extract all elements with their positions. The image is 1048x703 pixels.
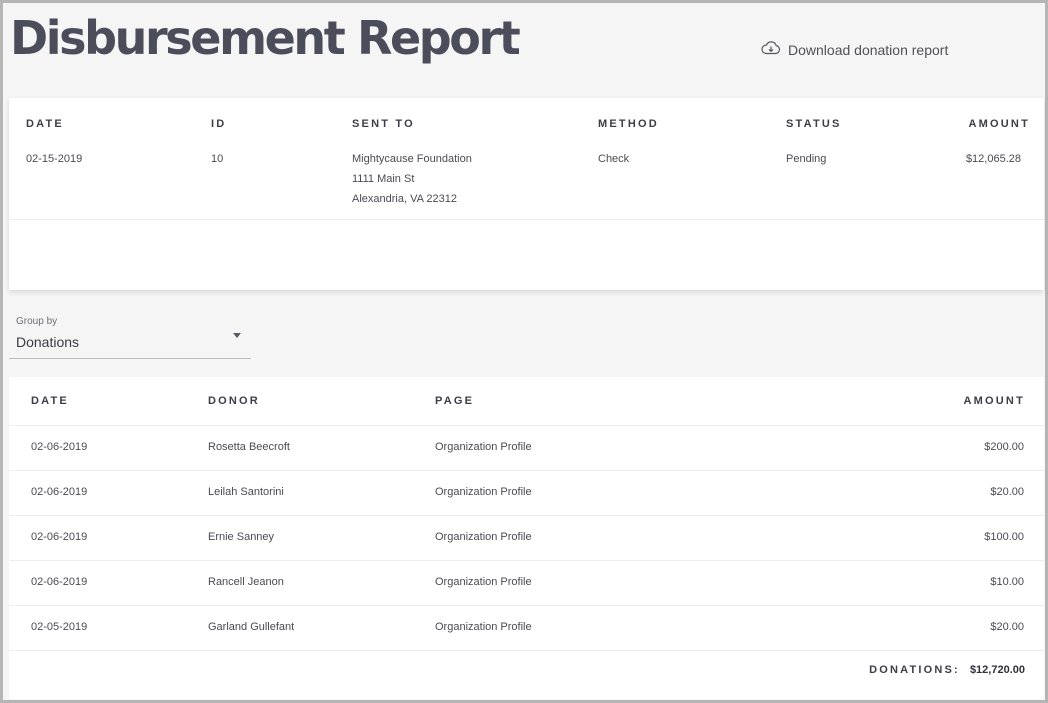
download-donation-report-link[interactable]: Download donation report <box>761 40 948 59</box>
group-by-value: Donations <box>16 334 80 350</box>
donation-date: 02-06-2019 <box>31 441 88 453</box>
donation-page: Organization Profile <box>435 621 532 633</box>
col-header-date: DATE <box>26 118 64 130</box>
col-header-page: PAGE <box>435 395 475 407</box>
disbursement-method: Check <box>598 153 630 165</box>
divider <box>9 219 1044 220</box>
disbursement-card: DATE ID SENT TO METHOD STATUS AMOUNT 02-… <box>9 98 1044 290</box>
donation-date: 02-05-2019 <box>31 621 88 633</box>
donation-page: Organization Profile <box>435 486 532 498</box>
total-label: DONATIONS: <box>869 664 960 676</box>
table-row: 02-06-2019 Rancell Jeanon Organization P… <box>9 560 1044 605</box>
report-frame: Disbursement Report Download donation re… <box>0 0 1048 703</box>
col-header-status: STATUS <box>786 118 842 130</box>
divider <box>9 650 1044 651</box>
donation-amount: $200.00 <box>984 441 1024 453</box>
col-header-date: DATE <box>31 395 69 407</box>
donation-donor: Rancell Jeanon <box>208 576 284 588</box>
recipient-street: 1111 Main St <box>352 173 415 185</box>
donation-amount: $20.00 <box>990 621 1024 633</box>
col-header-amount: AMOUNT <box>968 118 1030 130</box>
recipient-city: Alexandria, VA 22312 <box>352 193 457 205</box>
disbursement-date: 02-15-2019 <box>26 153 83 165</box>
donation-donor: Garland Gullefant <box>208 621 295 633</box>
col-header-donor: DONOR <box>208 395 260 407</box>
col-header-id: ID <box>211 118 227 130</box>
disbursement-amount: $12,065.28 <box>965 153 1021 165</box>
table-row: 02-05-2019 Garland Gullefant Organizatio… <box>9 605 1044 650</box>
disbursement-status: Pending <box>786 153 827 165</box>
page-title: Disbursement Report <box>10 11 521 65</box>
download-label: Download donation report <box>788 41 949 58</box>
donation-amount: $10.00 <box>990 576 1024 588</box>
donation-page: Organization Profile <box>435 531 532 543</box>
disbursement-id: 10 <box>211 153 224 165</box>
total-value: $12,720.00 <box>969 664 1025 676</box>
col-header-method: METHOD <box>598 118 659 130</box>
group-by-select[interactable]: Group by Donations <box>9 312 251 359</box>
donation-amount: $20.00 <box>990 486 1024 498</box>
chevron-down-icon <box>233 333 241 338</box>
cloud-download-icon <box>761 40 781 59</box>
table-row: 02-06-2019 Ernie Sanney Organization Pro… <box>9 515 1044 560</box>
donation-date: 02-06-2019 <box>31 576 88 588</box>
donation-page: Organization Profile <box>435 576 532 588</box>
table-row: 02-06-2019 Leilah Santorini Organization… <box>9 470 1044 515</box>
col-header-amount: AMOUNT <box>963 395 1025 407</box>
donation-amount: $100.00 <box>984 531 1024 543</box>
donation-donor: Ernie Sanney <box>208 531 275 543</box>
donation-date: 02-06-2019 <box>31 486 88 498</box>
recipient-name: Mightycause Foundation <box>352 153 472 165</box>
table-row: 02-06-2019 Rosetta Beecroft Organization… <box>9 425 1044 470</box>
donation-page: Organization Profile <box>435 441 532 453</box>
group-by-label: Group by <box>16 316 58 327</box>
donations-table: DATE DONOR PAGE AMOUNT 02-06-2019 Rosett… <box>9 377 1044 699</box>
disbursement-sent-to: Mightycause Foundation 1111 Main St Alex… <box>352 149 472 209</box>
donation-date: 02-06-2019 <box>31 531 88 543</box>
donations-total: DONATIONS: $12,720.00 <box>869 664 1025 676</box>
donation-donor: Leilah Santorini <box>208 486 284 498</box>
col-header-sent-to: SENT TO <box>352 118 415 130</box>
donation-donor: Rosetta Beecroft <box>208 441 290 453</box>
